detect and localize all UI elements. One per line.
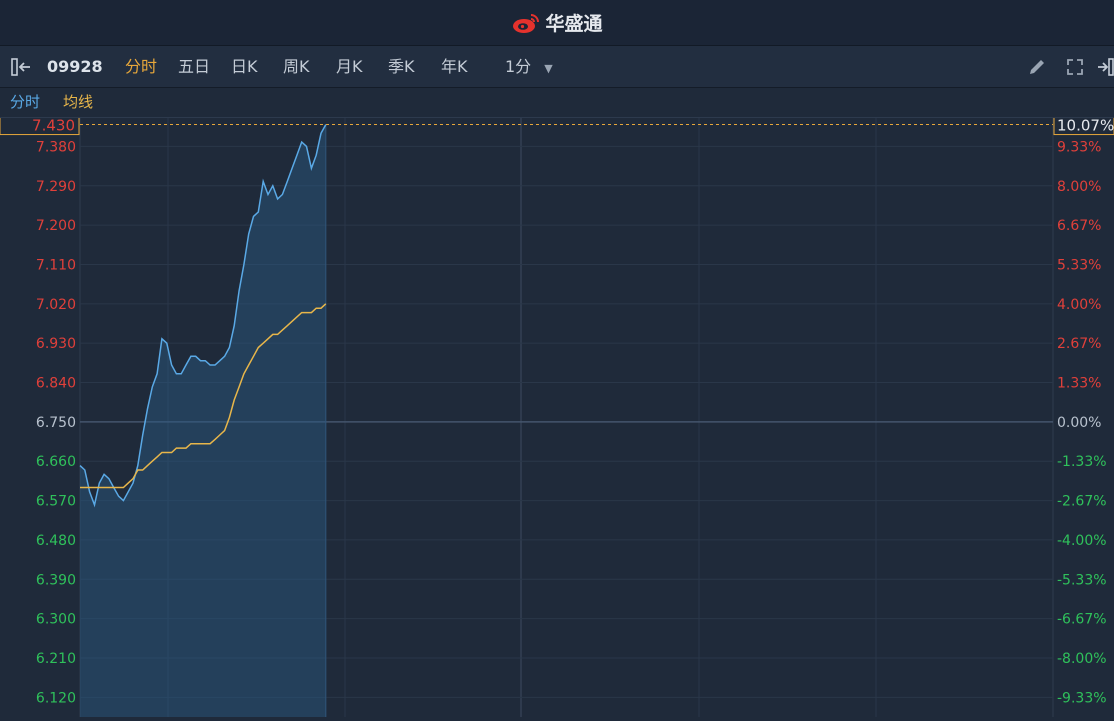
tab-intraday[interactable]: 分时 [125, 46, 157, 87]
pct-tick-label: 8.00% [1057, 179, 1101, 195]
tab-quarterly-k[interactable]: 季K [388, 46, 415, 87]
y-tick-label: 7.200 [36, 218, 76, 234]
tab-daily-k[interactable]: 日K [231, 46, 258, 87]
interval-select[interactable]: 1分 ▼ [505, 46, 553, 87]
y-tick-label: 7.290 [36, 179, 76, 195]
tab-yearly-k[interactable]: 年K [441, 46, 468, 87]
pct-tick-label: -4.00% [1057, 533, 1107, 549]
y-tick-label: 6.120 [36, 690, 76, 706]
current-change-label: 10.07% [1057, 118, 1114, 135]
legend-average: 均线 [63, 93, 94, 111]
tab-weekly-k[interactable]: 周K [283, 46, 310, 87]
interval-label: 1分 [505, 57, 532, 76]
collapse-right-icon[interactable] [1096, 57, 1114, 77]
stock-code: 09928 [47, 57, 103, 76]
collapse-left-icon[interactable] [10, 58, 36, 76]
pencil-icon[interactable] [1027, 57, 1047, 77]
pct-tick-label: 9.33% [1057, 139, 1101, 155]
y-tick-label: 6.300 [36, 612, 76, 628]
fullscreen-icon[interactable] [1065, 57, 1085, 77]
pct-tick-label: 6.67% [1057, 218, 1101, 234]
pct-tick-label: 5.33% [1057, 257, 1101, 273]
pct-tick-label: -8.00% [1057, 651, 1107, 667]
y-tick-label: 6.750 [36, 415, 76, 431]
chart-toolbar: 09928 分时 五日 日K 周K 月K 季K 年K 1分 ▼ [0, 46, 1114, 88]
brand: 华盛通 [511, 9, 603, 36]
brand-name: 华盛通 [545, 13, 603, 35]
price-area [80, 124, 326, 718]
pct-tick-label: -9.33% [1057, 690, 1107, 706]
chevron-down-icon: ▼ [544, 62, 553, 75]
current-price-label: 7.430 [32, 118, 75, 135]
intraday-chart: 7.380 9.33% 7.290 8.00% 7.200 6.67% 7.110 5.33%… [0, 114, 1114, 718]
pct-tick-label: 1.33% [1057, 376, 1101, 392]
y-tick-label: 6.570 [36, 494, 76, 510]
y-tick-label: 6.210 [36, 651, 76, 667]
legend-bar: 分时 均线 [0, 88, 1114, 118]
chart-svg[interactable]: 7.380 9.33% 7.290 8.00% 7.200 6.67% 7.110 5.33%… [0, 114, 1114, 718]
pct-tick-label: -2.67% [1057, 494, 1107, 510]
pct-tick-label: -1.33% [1057, 454, 1107, 470]
y-tick-label: 6.930 [36, 336, 76, 352]
y-tick-label: 7.380 [36, 139, 76, 155]
pct-tick-label: 4.00% [1057, 297, 1101, 313]
weibo-logo-icon [513, 13, 540, 33]
y-tick-label: 7.110 [36, 257, 76, 273]
pct-tick-label: -6.67% [1057, 612, 1107, 628]
y-tick-label: 6.660 [36, 454, 76, 470]
tab-five-day[interactable]: 五日 [178, 46, 210, 87]
pct-tick-label: 2.67% [1057, 336, 1101, 352]
y-tick-label: 6.840 [36, 376, 76, 392]
y-tick-label: 6.390 [36, 572, 76, 588]
tab-monthly-k[interactable]: 月K [336, 46, 363, 87]
legend-price: 分时 [10, 93, 41, 111]
app-header: 华盛通 [0, 0, 1114, 46]
pct-tick-label: 0.00% [1057, 415, 1101, 431]
pct-tick-label: -5.33% [1057, 572, 1107, 588]
y-tick-label: 7.020 [36, 297, 76, 313]
y-tick-label: 6.480 [36, 533, 76, 549]
